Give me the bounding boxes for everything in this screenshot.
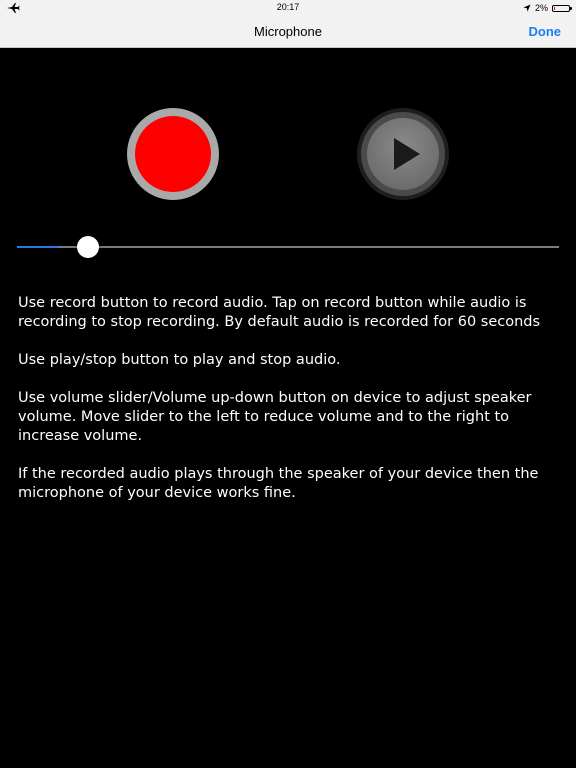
navigation-bar: Microphone Done (0, 16, 576, 48)
play-button[interactable] (357, 108, 449, 200)
record-button[interactable] (127, 108, 219, 200)
location-arrow-icon (523, 4, 531, 12)
battery-icon (552, 4, 572, 12)
instruction-result: If the recorded audio plays through the … (18, 466, 539, 501)
instruction-volume: Use volume slider/Volume up-down button … (18, 390, 532, 444)
done-button[interactable]: Done (529, 24, 562, 39)
instruction-play: Use play/stop button to play and stop au… (18, 352, 341, 368)
play-button-face (367, 118, 439, 190)
instructions: Use record button to record audio. Tap o… (18, 294, 558, 522)
record-dot-icon (135, 116, 211, 192)
volume-slider-fill (17, 246, 58, 248)
volume-slider-thumb[interactable] (77, 236, 99, 258)
nav-title: Microphone (254, 24, 322, 39)
play-button-ring (361, 112, 445, 196)
status-right: 2% (523, 2, 572, 14)
battery-percent: 2% (534, 3, 548, 13)
play-triangle-icon (394, 138, 420, 170)
volume-slider[interactable] (17, 236, 559, 258)
instruction-record: Use record button to record audio. Tap o… (18, 295, 541, 330)
status-bar: 20:17 2% (0, 0, 576, 16)
microphone-screen: 20:17 2% Microphone Done Use record butt… (0, 0, 576, 768)
status-time: 20:17 (276, 2, 300, 12)
battery-fill (554, 6, 555, 10)
